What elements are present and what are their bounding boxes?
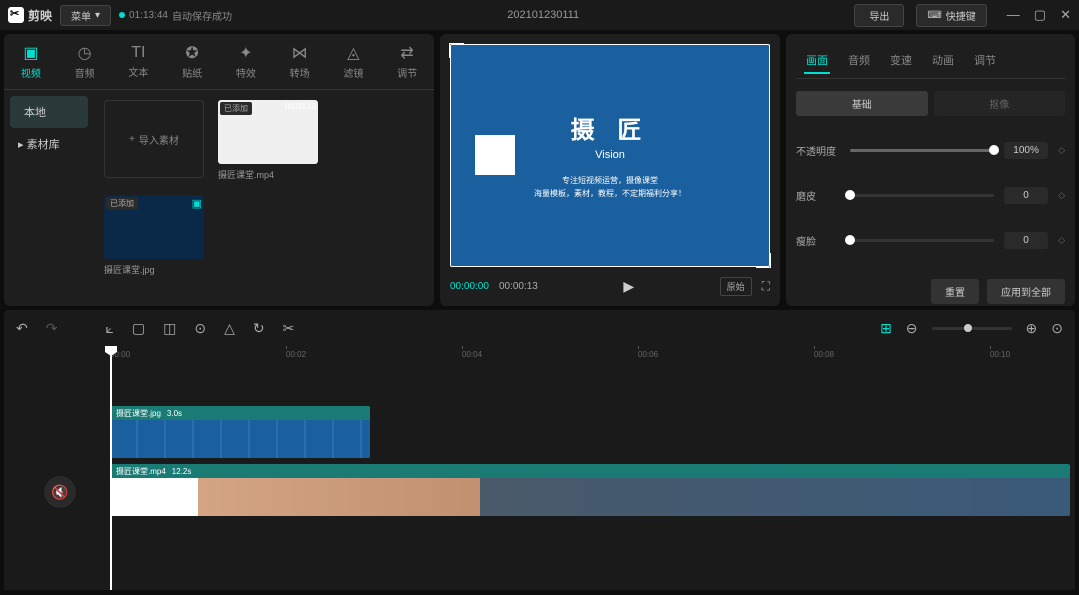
video-icon: ▣: [23, 43, 38, 63]
zoom-slider[interactable]: [932, 327, 1012, 330]
skin-row: 磨皮 0 ◇: [796, 187, 1065, 204]
project-title: 202101230111: [240, 9, 846, 21]
timeline-clip-image[interactable]: 摄匠课堂.jpg3.0s: [110, 406, 370, 458]
trim-button[interactable]: ✂: [283, 320, 295, 337]
logo-icon: [8, 7, 24, 23]
preview-subtitle: Vision: [595, 149, 625, 161]
properties-tabs: 画面 音频 变速 动画 调节: [796, 44, 1065, 79]
current-time: 00:00:00: [450, 281, 489, 292]
preview-caption: 专注短视频运营，摄像课堂海量模板，素材，教程，不定期福利分享！: [534, 175, 686, 201]
maximize-button[interactable]: ▢: [1034, 7, 1046, 23]
ptab-adjust[interactable]: 调节: [972, 48, 998, 74]
face-value[interactable]: 0: [1004, 232, 1048, 249]
adjust-icon: ⇄: [400, 43, 413, 63]
undo-button[interactable]: ↶: [16, 320, 28, 337]
minimize-button[interactable]: —: [1007, 7, 1020, 23]
tab-adjust[interactable]: ⇄调节: [380, 34, 434, 89]
tab-video[interactable]: ▣视频: [4, 34, 58, 89]
keyboard-icon: ⌨: [927, 10, 941, 21]
skin-slider[interactable]: [850, 194, 994, 197]
total-time: 00:00:13: [499, 281, 538, 292]
transition-icon: ⋈: [292, 43, 308, 63]
app-logo: 剪映: [8, 7, 52, 24]
timeline: ↶ ↷ ⟀ ▢ ◫ ⊙ △ ↻ ✂ ⊞ ⊖ ⊕ ⊙ 00:00 00:02 00…: [4, 310, 1075, 590]
sidebar-library[interactable]: ▸ 素材库: [4, 128, 94, 160]
audio-icon: ◷: [78, 43, 92, 63]
rotate-button[interactable]: ↻: [253, 320, 265, 337]
preview-panel: 摄 匠 Vision 专注短视频运营，摄像课堂海量模板，素材，教程，不定期福利分…: [440, 34, 780, 306]
media-sidebar: 本地 ▸ 素材库: [4, 90, 94, 306]
tab-effect[interactable]: ✦特效: [219, 34, 273, 89]
tab-text[interactable]: TI文本: [112, 34, 166, 89]
ptab-speed[interactable]: 变速: [888, 48, 914, 74]
menu-button[interactable]: 菜单▾: [60, 5, 111, 26]
ptab-picture[interactable]: 画面: [804, 48, 830, 74]
face-stepper[interactable]: ◇: [1058, 235, 1065, 246]
export-button[interactable]: 导出: [854, 4, 904, 27]
mirror-button[interactable]: △: [224, 320, 235, 337]
opacity-stepper[interactable]: ◇: [1058, 145, 1065, 156]
sidebar-local[interactable]: 本地: [10, 96, 88, 128]
chevron-down-icon: ▾: [95, 10, 100, 21]
app-name: 剪映: [28, 7, 52, 24]
media-thumb-video[interactable]: 已添加00:00:13 摄匠课堂.mp4: [218, 100, 318, 181]
close-button[interactable]: ✕: [1060, 7, 1071, 23]
effect-icon: ✦: [239, 43, 252, 63]
timeline-body[interactable]: 00:00 00:02 00:04 00:06 00:08 00:10 🔇 摄匠…: [4, 346, 1075, 590]
timeline-ruler[interactable]: 00:00 00:02 00:04 00:06 00:08 00:10: [110, 346, 1075, 366]
preview-controls: 00:00:00 00:00:13 ▶ 原始 ⛶: [450, 267, 770, 296]
preview-viewport[interactable]: 摄 匠 Vision 专注短视频运营，摄像课堂海量模板，素材，教程，不定期福利分…: [450, 44, 770, 267]
tab-sticker[interactable]: ✪贴纸: [165, 34, 219, 89]
status-dot-icon: [119, 12, 125, 18]
speed-button[interactable]: ⊙: [194, 320, 206, 337]
magnet-button[interactable]: ⊞: [880, 320, 892, 337]
face-row: 瘦脸 0 ◇: [796, 232, 1065, 249]
mute-track-button[interactable]: 🔇: [44, 476, 76, 508]
properties-panel: 画面 音频 变速 动画 调节 基础 抠像 不透明度 100% ◇ 磨皮 0 ◇ …: [786, 34, 1075, 306]
redo-button[interactable]: ↷: [46, 320, 58, 337]
playhead[interactable]: [110, 348, 112, 590]
media-panel: ▣视频 ◷音频 TI文本 ✪贴纸 ✦特效 ⋈转场 ◬滤镜 ⇄调节 本地 ▸ 素材…: [4, 34, 434, 306]
opacity-row: 不透明度 100% ◇: [796, 142, 1065, 159]
tab-filter[interactable]: ◬滤镜: [327, 34, 381, 89]
subtab-cutout[interactable]: 抠像: [934, 91, 1066, 116]
skin-value[interactable]: 0: [1004, 187, 1048, 204]
tab-transition[interactable]: ⋈转场: [273, 34, 327, 89]
opacity-slider[interactable]: [850, 149, 994, 152]
timeline-clip-video[interactable]: 摄匠课堂.mp412.2s: [110, 464, 1070, 516]
subtab-basic[interactable]: 基础: [796, 91, 928, 116]
face-slider[interactable]: [850, 239, 994, 242]
shortcut-button[interactable]: ⌨快捷键: [916, 4, 986, 27]
play-button[interactable]: ▶: [623, 278, 634, 295]
ptab-anim[interactable]: 动画: [930, 48, 956, 74]
opacity-value[interactable]: 100%: [1004, 142, 1048, 159]
split-button[interactable]: ⟀: [105, 320, 113, 337]
fullscreen-button[interactable]: ⛶: [762, 279, 770, 294]
sticker-icon: ✪: [185, 43, 198, 63]
media-grid: +导入素材 已添加00:00:13 摄匠课堂.mp4 已添加▣ 摄匠课堂.jpg: [94, 90, 434, 306]
reset-button[interactable]: 重置: [931, 279, 979, 304]
preview-title-text: 摄 匠: [571, 110, 650, 145]
plus-icon: +: [129, 134, 135, 145]
crop-button[interactable]: ◫: [163, 320, 176, 337]
media-tabs: ▣视频 ◷音频 TI文本 ✪贴纸 ✦特效 ⋈转场 ◬滤镜 ⇄调节: [4, 34, 434, 90]
zoom-out-button[interactable]: ⊖: [906, 320, 918, 337]
ratio-button[interactable]: 原始: [720, 277, 752, 296]
timeline-toolbar: ↶ ↷ ⟀ ▢ ◫ ⊙ △ ↻ ✂ ⊞ ⊖ ⊕ ⊙: [4, 310, 1075, 346]
check-icon: ▣: [192, 197, 202, 210]
autosave-status: 01:13:44 自动保存成功: [119, 8, 232, 23]
delete-button[interactable]: ▢: [132, 320, 145, 337]
zoom-in-button[interactable]: ⊕: [1026, 320, 1038, 337]
apply-all-button[interactable]: 应用到全部: [987, 279, 1065, 304]
zoom-fit-button[interactable]: ⊙: [1051, 320, 1063, 337]
tab-audio[interactable]: ◷音频: [58, 34, 112, 89]
import-button[interactable]: +导入素材: [104, 100, 204, 178]
text-icon: TI: [131, 44, 145, 62]
ptab-audio[interactable]: 音频: [846, 48, 872, 74]
media-thumb-image[interactable]: 已添加▣ 摄匠课堂.jpg: [104, 195, 204, 276]
qr-code-icon: [475, 135, 515, 175]
title-bar: 剪映 菜单▾ 01:13:44 自动保存成功 202101230111 导出 ⌨…: [0, 0, 1079, 30]
skin-stepper[interactable]: ◇: [1058, 190, 1065, 201]
filter-icon: ◬: [347, 43, 359, 63]
